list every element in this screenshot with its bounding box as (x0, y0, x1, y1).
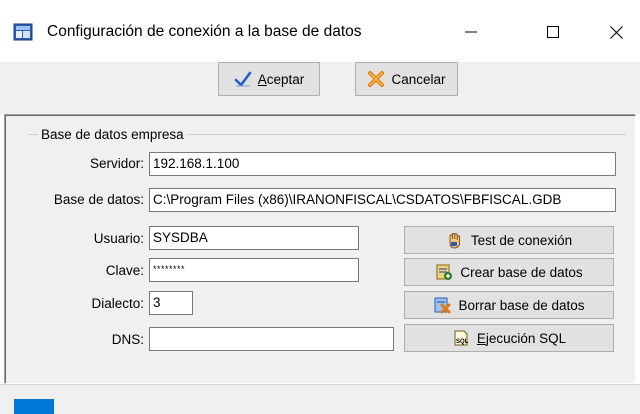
servidor-label: Servidor: (89, 156, 144, 171)
dns-input[interactable] (149, 327, 394, 351)
clave-label: Clave: (105, 263, 144, 278)
dns-label: DNS: (111, 332, 144, 347)
clave-input[interactable]: ******** (149, 258, 359, 282)
accept-button[interactable]: Aceptar (218, 62, 320, 96)
base-datos-input[interactable]: C:\Program Files (x86)\IRANONFISCAL\CSDA… (149, 188, 616, 212)
servidor-input[interactable]: 192.168.1.100 (149, 152, 616, 176)
create-database-icon (436, 264, 453, 280)
title-bar: Configuración de conexión a la base de d… (0, 0, 640, 62)
close-button[interactable] (593, 14, 639, 50)
dialecto-input[interactable]: 3 (149, 291, 193, 315)
sql-script-icon: SQL (454, 330, 469, 346)
hand-plug-icon (449, 232, 460, 249)
cancel-x-icon (368, 71, 385, 87)
window-title: Configuración de conexión a la base de d… (47, 23, 362, 40)
dialecto-label: Dialecto: (91, 296, 144, 311)
group-title: Base de datos empresa (38, 127, 187, 142)
delete-database-icon (434, 297, 451, 314)
maximize-icon (547, 26, 559, 38)
borrar-base-button[interactable]: Borrar base de datos (404, 291, 614, 319)
status-bar (0, 384, 640, 414)
borrar-base-label: Borrar base de datos (458, 297, 585, 313)
ejecucion-sql-label: Ejecución SQL (476, 330, 567, 346)
crear-base-label: Crear base de datos (460, 264, 583, 280)
crear-base-button[interactable]: Crear base de datos (404, 258, 614, 286)
toolbar: Aceptar Cancelar (0, 62, 640, 114)
svg-text:SQL: SQL (456, 339, 469, 345)
status-indicator (14, 399, 54, 414)
accept-label: Aceptar (257, 71, 305, 87)
test-conexion-button[interactable]: Test de conexión (404, 226, 614, 254)
cancel-label: Cancelar (391, 71, 446, 87)
usuario-label: Usuario: (93, 231, 144, 246)
cancel-button[interactable]: Cancelar (355, 62, 458, 96)
minimize-button[interactable] (448, 14, 494, 50)
database-app-icon (13, 23, 33, 41)
close-icon (609, 25, 623, 39)
ejecucion-sql-button[interactable]: SQL Ejecución SQL (404, 324, 614, 352)
minimize-icon (465, 31, 477, 33)
checkmark-icon (234, 71, 252, 87)
test-conexion-label: Test de conexión (470, 232, 573, 248)
maximize-button[interactable] (530, 14, 576, 50)
base-datos-label: Base de datos: (53, 192, 144, 207)
usuario-input[interactable]: SYSDBA (149, 226, 359, 250)
